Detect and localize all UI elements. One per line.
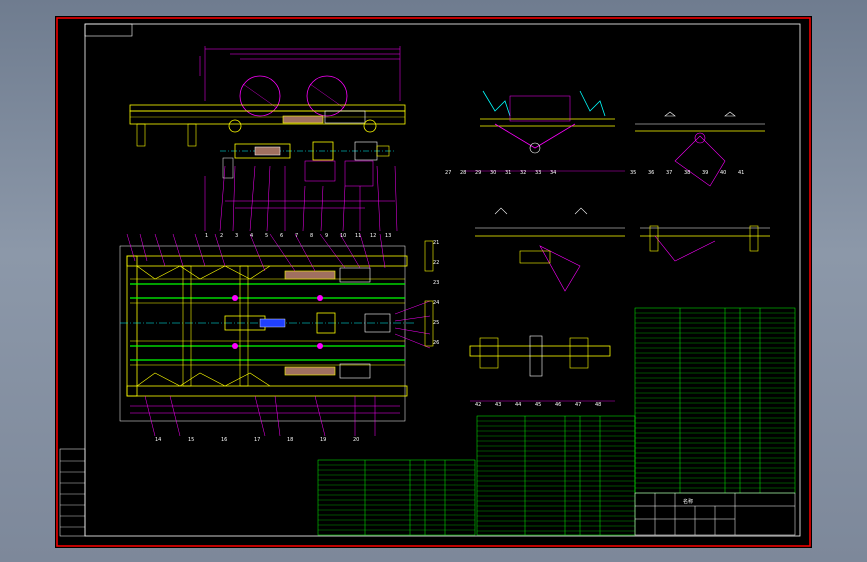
leader-number: 46 xyxy=(555,402,561,408)
title-block xyxy=(634,492,796,536)
bom-table-right xyxy=(634,307,796,494)
leader-number: 38 xyxy=(684,170,690,176)
reference-box xyxy=(84,23,133,37)
leader-number: 32 xyxy=(520,170,526,176)
leader-number-labels: 1 2 3 4 5 6 7 8 9 10 11 12 1314 15 16 17 18 19 20212223242… xyxy=(155,170,744,443)
revision-strip xyxy=(59,448,86,537)
leader-number: 41 xyxy=(738,170,744,176)
leader-number: 43 xyxy=(495,402,501,408)
leader-number: 9 xyxy=(325,233,328,239)
leader-number: 5 xyxy=(265,233,268,239)
leader-number: 7 xyxy=(295,233,298,239)
leader-number: 29 xyxy=(475,170,481,176)
bom-table-left xyxy=(317,459,476,536)
bom-table-middle xyxy=(476,415,636,536)
leader-number: 48 xyxy=(595,402,601,408)
leader-number: 31 xyxy=(505,170,511,176)
drawing-frame xyxy=(84,23,801,537)
leader-number: 3 xyxy=(235,233,238,239)
title-block-label: 名称 xyxy=(683,498,693,505)
leader-number: 19 xyxy=(320,437,326,443)
section-view-5 xyxy=(469,335,615,402)
leader-number: 33 xyxy=(535,170,541,176)
leader-number: 26 xyxy=(433,340,439,346)
leader-number: 25 xyxy=(433,320,439,326)
leader-number: 17 xyxy=(254,437,260,443)
leader-number: 10 xyxy=(340,233,346,239)
leader-number: 11 xyxy=(355,233,361,239)
section-view-2 xyxy=(635,111,765,187)
plan-view xyxy=(119,233,434,437)
leader-number: 36 xyxy=(648,170,654,176)
leader-number: 1 xyxy=(205,233,208,239)
leader-number: 4 xyxy=(250,233,253,239)
leader-number: 39 xyxy=(702,170,708,176)
cad-drawing: 名称 1 2 3 4 5 6 7 8 9 10 11 12 1314 15 16 17 18 19 20212223… xyxy=(56,17,811,547)
leader-number: 34 xyxy=(550,170,556,176)
leader-number: 6 xyxy=(280,233,283,239)
leader-number: 27 xyxy=(445,170,451,176)
leader-number: 20 xyxy=(353,437,359,443)
leader-number: 13 xyxy=(385,233,391,239)
leader-number: 12 xyxy=(370,233,376,239)
side-elevation-view xyxy=(129,46,406,232)
leader-number: 45 xyxy=(535,402,541,408)
leader-number: 47 xyxy=(575,402,581,408)
leader-number: 21 xyxy=(433,240,439,246)
leader-number: 14 xyxy=(155,437,161,443)
drawing-sheet: 名称 1 2 3 4 5 6 7 8 9 10 11 12 13 14 15 16 17 18 19 20 21 22 23… xyxy=(55,16,812,548)
leader-number: 23 xyxy=(433,280,439,286)
leader-number: 15 xyxy=(188,437,194,443)
leader-number: 42 xyxy=(475,402,481,408)
leader-number: 35 xyxy=(630,170,636,176)
leader-number: 44 xyxy=(515,402,521,408)
leader-number: 16 xyxy=(221,437,227,443)
leader-number: 2 xyxy=(220,233,223,239)
section-view-3 xyxy=(475,207,625,292)
leader-number: 40 xyxy=(720,170,726,176)
section-view-1 xyxy=(465,90,625,172)
leader-number: 30 xyxy=(490,170,496,176)
leader-number: 22 xyxy=(433,260,439,266)
leader-number: 8 xyxy=(310,233,313,239)
leader-number: 18 xyxy=(287,437,293,443)
leader-number: 24 xyxy=(433,300,439,306)
leader-number: 28 xyxy=(460,170,466,176)
section-view-4 xyxy=(640,225,770,262)
leader-number: 37 xyxy=(666,170,672,176)
